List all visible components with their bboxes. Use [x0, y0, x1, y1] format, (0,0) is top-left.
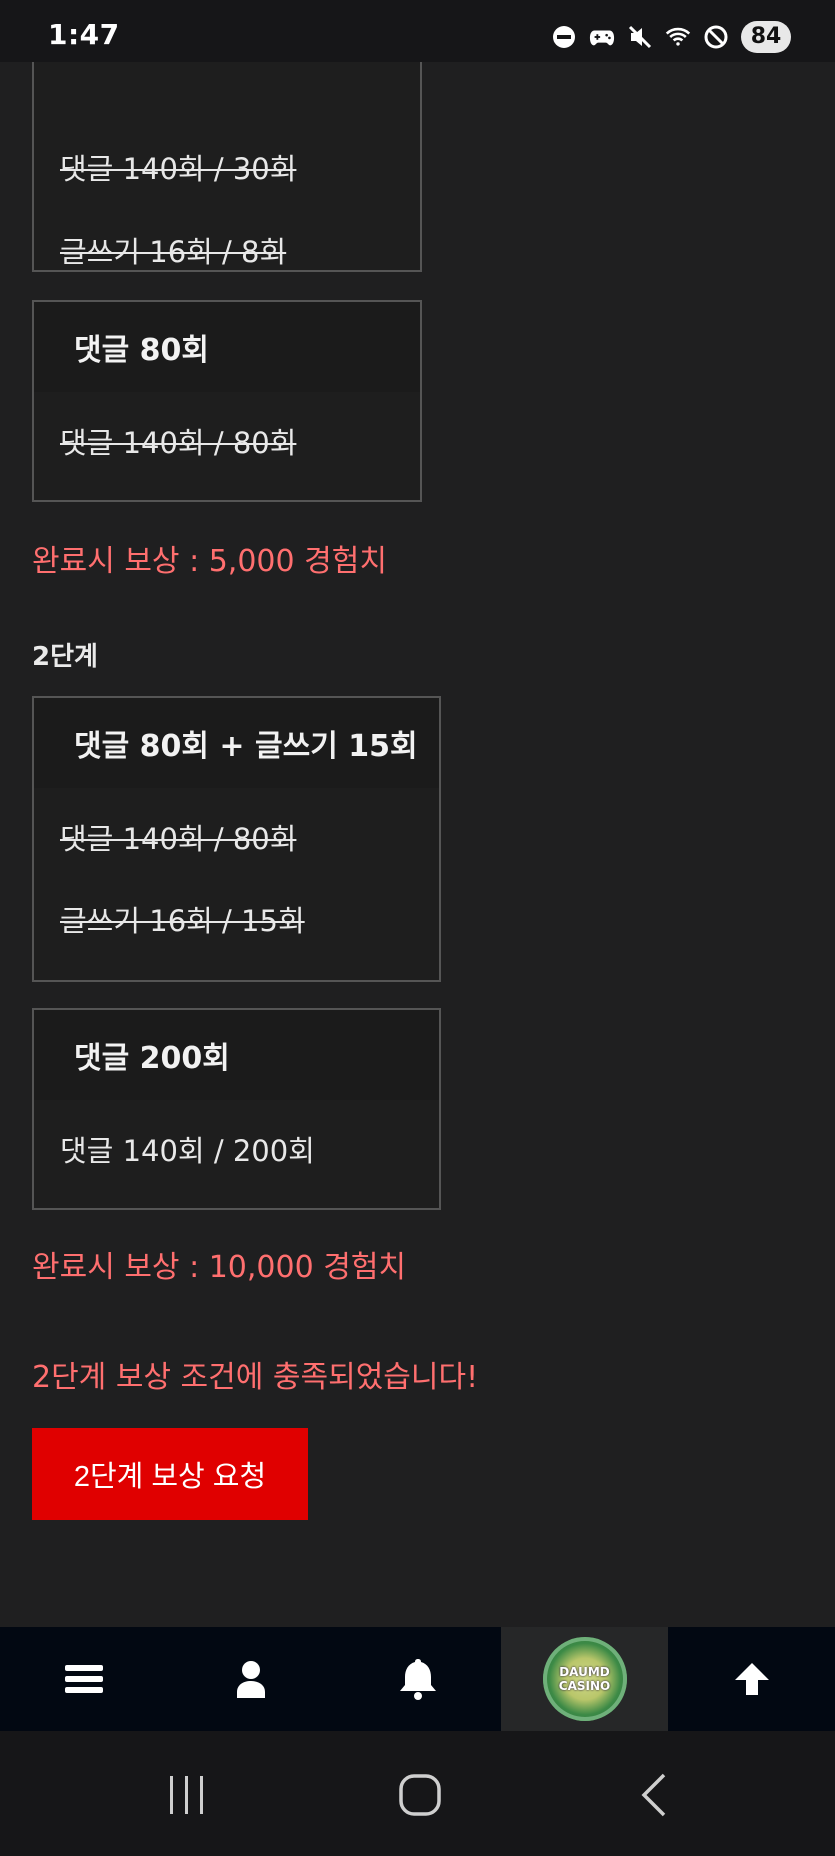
- back-button[interactable]: [638, 1773, 670, 1817]
- mission-card-combo: 댓글 80회 + 글쓰기 15회 댓글 140회 / 80회 글쓰기 16회 /…: [32, 696, 441, 982]
- battery-indicator: 84: [741, 21, 791, 53]
- mission-card-title: 댓글 80회: [34, 302, 420, 392]
- menu-icon: [64, 1665, 103, 1693]
- scroll-top-button[interactable]: [668, 1627, 835, 1731]
- progress-line: 댓글 140회 / 30회: [60, 152, 297, 186]
- logo-text-line1: DAUMD: [559, 1665, 610, 1679]
- stage2-title: 2단계: [32, 642, 98, 672]
- profile-button[interactable]: [167, 1627, 334, 1731]
- back-icon: [641, 1773, 666, 1817]
- stage2-reward: 완료시 보상 : 10,000 경험치: [32, 1250, 407, 1285]
- logo-text-line2: CASINO: [558, 1679, 611, 1693]
- progress-line: 댓글 140회 / 200회: [60, 1134, 315, 1168]
- mission-card-title: 댓글 200회: [34, 1010, 439, 1100]
- home-logo-button[interactable]: DAUMD CASINO: [501, 1627, 668, 1731]
- dnd-icon: [551, 24, 577, 50]
- mission-content[interactable]: 댓글 140회 / 30회 글쓰기 16회 / 8회 댓글 80회 댓글 140…: [0, 62, 835, 1627]
- status-bar: 1:47 84: [0, 0, 835, 62]
- mission-card-partial: 댓글 140회 / 30회 글쓰기 16회 / 8회: [32, 62, 422, 272]
- user-icon: [236, 1661, 265, 1698]
- stage2-reward-request-button[interactable]: 2단계 보상 요청: [32, 1428, 308, 1520]
- system-nav-bar: [0, 1731, 835, 1856]
- stage1-reward: 완료시 보상 : 5,000 경험치: [32, 544, 387, 579]
- bell-icon: [399, 1659, 436, 1700]
- progress-line: 글쓰기 16회 / 8회: [60, 235, 287, 269]
- stage2-complete-notice: 2단계 보상 조건에 충족되었습니다!: [32, 1360, 479, 1395]
- arrow-up-icon: [734, 1663, 769, 1695]
- gamepad-icon: [589, 24, 615, 50]
- wifi-icon: [665, 24, 691, 50]
- home-icon: [399, 1774, 441, 1816]
- menu-button[interactable]: [0, 1627, 167, 1731]
- progress-line: 댓글 140회 / 80회: [60, 426, 297, 460]
- home-button[interactable]: [398, 1773, 442, 1817]
- recent-apps-icon: [170, 1776, 203, 1814]
- progress-line: 글쓰기 16회 / 15회: [60, 904, 305, 938]
- mission-card-comment-80: 댓글 80회 댓글 140회 / 80회: [32, 300, 422, 502]
- mission-card-comment-200: 댓글 200회 댓글 140회 / 200회: [32, 1008, 441, 1210]
- status-icons: 84: [551, 20, 791, 54]
- block-icon: [703, 24, 729, 50]
- mission-card-title: 댓글 80회 + 글쓰기 15회: [34, 698, 439, 788]
- clock: 1:47: [48, 18, 120, 51]
- notifications-button[interactable]: [334, 1627, 501, 1731]
- bottom-nav: DAUMD CASINO: [0, 1627, 835, 1731]
- recent-apps-button[interactable]: [166, 1773, 208, 1817]
- daumd-casino-logo: DAUMD CASINO: [542, 1637, 627, 1721]
- progress-line: 댓글 140회 / 80회: [60, 822, 297, 856]
- mute-icon: [627, 24, 653, 50]
